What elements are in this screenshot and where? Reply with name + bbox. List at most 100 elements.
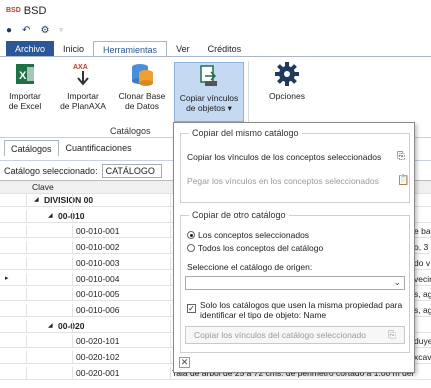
grid-cell-border (72, 272, 73, 286)
tab-cuantificaciones[interactable]: Cuantificaciones (59, 140, 139, 156)
ribbon-tabs: Archivo Inicio Herramientas Ver Créditos (0, 40, 431, 57)
tab-inicio[interactable]: Inicio (54, 41, 93, 57)
grid-cell-border (72, 319, 73, 333)
copy-links-icon (196, 63, 222, 89)
grid-cell-border (170, 225, 171, 239)
excel-icon: X (12, 61, 38, 87)
row-description: do v (414, 257, 431, 268)
dropdown-icon[interactable]: ▿ (59, 26, 63, 34)
row-description: s, ag (414, 304, 431, 315)
column-header-clave[interactable]: Clave (32, 181, 54, 193)
paste-links-item[interactable]: Pegar los vínculos en los conceptos sele… (187, 175, 409, 186)
tab-herramientas[interactable]: Herramientas (93, 41, 168, 57)
row-code: 00-010-001 (76, 226, 120, 237)
grid-cell-border (170, 366, 171, 380)
row-code: 00-010-006 (76, 304, 120, 315)
import-excel-button[interactable]: X Importar de Excel (4, 61, 46, 121)
row-code: 00-010-003 (76, 257, 120, 268)
tab-catalogos[interactable]: Catálogos (4, 140, 59, 156)
tab-creditos[interactable]: Créditos (199, 41, 251, 57)
grid-cell-border (26, 319, 27, 333)
record-icon[interactable]: ● (6, 25, 12, 36)
undo-icon[interactable]: ↶ (22, 25, 30, 36)
paste-icon: 📋 (397, 175, 410, 186)
row-description: e ba (414, 226, 431, 237)
row-description: o, 3 c (414, 242, 431, 253)
tab-archivo[interactable]: Archivo (6, 41, 55, 57)
grid-cell-border (72, 288, 73, 302)
expand-icon[interactable]: ◢ (48, 210, 53, 222)
grid-cell-border (170, 209, 171, 223)
grid-cell-border (170, 303, 171, 317)
copy-icon: ⎘ (397, 151, 405, 162)
radio-selected-concepts[interactable]: Los conceptos seleccionados (187, 230, 309, 240)
row-code: 00-010-004 (76, 273, 120, 284)
grid-cell-border (170, 272, 171, 286)
copy-links-dropdown: Copiar del mismo catálogo Copiar los vín… (173, 122, 415, 373)
database-icon (129, 61, 155, 87)
chevron-down-icon: ⌄ (393, 277, 401, 287)
catalog-label: Catálogo seleccionado: (4, 165, 98, 176)
app-title: BSD (23, 5, 47, 17)
title-bar: BSD BSD (0, 0, 431, 22)
quick-access-toolbar: ● ↶ ⚙ ▿ (0, 22, 431, 38)
grid-cell-border (170, 241, 171, 255)
grid-cell-border (170, 319, 171, 333)
grid-cell-border (72, 241, 73, 255)
row-description: xcav (414, 352, 431, 362)
checkbox[interactable]: ✓ (187, 304, 196, 313)
section-legend: Copiar del mismo catálogo (189, 128, 302, 138)
grid-cell-border (26, 194, 27, 207)
row-code: 00-020-102 (76, 352, 120, 362)
row-code: 00-010-002 (76, 242, 120, 253)
clone-database-button[interactable]: Clonar Base de Datos (116, 61, 168, 121)
grid-cell-border (26, 209, 27, 223)
radio-all-concepts[interactable]: Todos los conceptos del catálogo (187, 243, 323, 253)
same-property-checkbox[interactable]: ✓ Solo los catálogos que usen la misma p… (187, 300, 402, 320)
import-axa-icon: AXA (70, 61, 96, 87)
grid-cell-border (72, 335, 73, 349)
grid-cell-border (170, 351, 171, 364)
gear-icon (274, 61, 300, 87)
row-code: DIVISION 00 (44, 195, 94, 205)
grid-cell-border (26, 351, 27, 364)
svg-text:AXA: AXA (73, 64, 88, 71)
svg-text:X: X (19, 70, 27, 82)
grid-cell-border (72, 225, 73, 239)
origin-catalog-label: Seleccione el catálogo de origen: (187, 262, 313, 272)
same-catalog-section: Copiar del mismo catálogo Copiar los vín… (180, 128, 410, 203)
radio-button[interactable] (187, 244, 195, 252)
grid-cell-border (72, 194, 73, 207)
grid-cell-border (26, 303, 27, 317)
copy-icon: ⎘ (388, 329, 396, 341)
expand-icon[interactable]: ◢ (34, 194, 39, 206)
copy-links-button[interactable]: Copiar vínculos de objetos ▾ (174, 62, 244, 122)
ribbon-group-label: Catálogos (110, 126, 151, 136)
app-logo: BSD (6, 7, 21, 14)
gear-icon[interactable]: ⚙ (40, 25, 49, 36)
row-code: 00-020-101 (76, 336, 120, 347)
grid-cell-border (26, 366, 27, 380)
grid-cell-border (26, 335, 27, 349)
grid-cell-border (72, 209, 73, 223)
options-button[interactable]: Opciones (262, 61, 312, 121)
grid-cell-border (26, 225, 27, 239)
row-selector-icon: ▸ (5, 274, 9, 282)
tab-ver[interactable]: Ver (167, 41, 199, 57)
radio-button[interactable] (187, 231, 195, 239)
row-code: 00-020-001 (76, 367, 120, 378)
close-icon[interactable]: ✕ (179, 357, 190, 368)
row-description: s, ag (414, 289, 431, 300)
grid-cell-border (26, 256, 27, 270)
row-description: vecin (414, 273, 431, 284)
expand-icon[interactable]: ◢ (48, 320, 53, 332)
origin-catalog-select[interactable]: ⌄ (185, 276, 405, 290)
grid-cell-border (72, 366, 73, 380)
grid-cell-border (170, 194, 171, 207)
copy-links-item[interactable]: Copiar los vínculos de los conceptos sel… (187, 151, 405, 162)
catalog-field[interactable]: CATÁLOGO (101, 163, 162, 178)
grid-cell-border (170, 256, 171, 270)
import-planaxa-button[interactable]: AXA Importar de PlanAXA (58, 61, 108, 121)
grid-cell-border (26, 272, 27, 286)
copy-from-selected-catalog-button[interactable]: Copiar los vínculos del catálogo selecci… (185, 326, 405, 344)
